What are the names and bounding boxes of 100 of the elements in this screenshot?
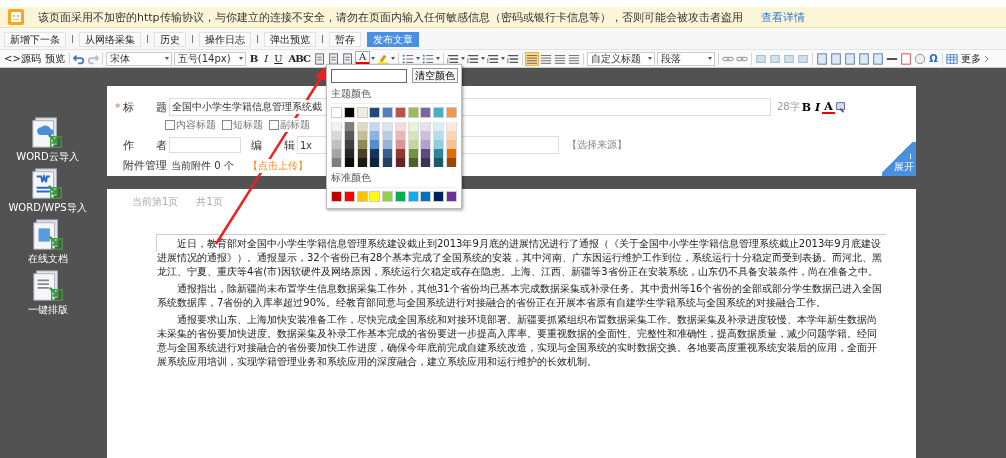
color-swatch[interactable] bbox=[420, 158, 432, 167]
author-field[interactable] bbox=[169, 137, 241, 153]
color-swatch[interactable] bbox=[382, 131, 394, 140]
color-swatch[interactable] bbox=[369, 191, 381, 202]
color-swatch[interactable] bbox=[433, 131, 445, 140]
color-swatch[interactable] bbox=[331, 131, 342, 140]
font-select[interactable]: 宋体 bbox=[105, 51, 172, 66]
color-swatch[interactable] bbox=[356, 191, 368, 202]
color-swatch[interactable] bbox=[356, 131, 368, 140]
color-swatch[interactable] bbox=[394, 122, 406, 131]
sidebar-label[interactable]: 一键排版 bbox=[27, 303, 68, 317]
color-swatch[interactable] bbox=[445, 107, 457, 118]
color-swatch[interactable] bbox=[343, 131, 355, 140]
sidebar-label[interactable]: 在线文档 bbox=[27, 252, 68, 266]
color-swatch[interactable] bbox=[420, 140, 432, 149]
paint-icon[interactable] bbox=[834, 101, 847, 113]
color-swatch[interactable] bbox=[343, 158, 355, 167]
color-swatch[interactable] bbox=[445, 122, 457, 131]
format-button[interactable]: U bbox=[272, 52, 285, 65]
heading-select[interactable]: 自定义标题 bbox=[587, 51, 656, 66]
color-swatch[interactable] bbox=[356, 107, 368, 118]
action-button[interactable]: 从网络采集 bbox=[79, 31, 141, 47]
color-swatch[interactable] bbox=[343, 149, 355, 158]
numbered-list-icon[interactable] bbox=[402, 52, 415, 65]
color-swatch[interactable] bbox=[394, 191, 406, 202]
color-swatch[interactable] bbox=[331, 107, 342, 118]
spacing-icon[interactable] bbox=[447, 52, 460, 65]
color-swatch[interactable] bbox=[382, 140, 394, 149]
highlighter-icon[interactable] bbox=[377, 52, 390, 65]
layout-document-icon[interactable] bbox=[30, 269, 65, 303]
color-swatch[interactable] bbox=[331, 122, 342, 131]
color-swatch[interactable] bbox=[356, 149, 368, 158]
color-swatch[interactable] bbox=[407, 122, 419, 131]
color-swatch[interactable] bbox=[356, 158, 368, 167]
color-swatch[interactable] bbox=[382, 158, 394, 167]
line-height-icon[interactable] bbox=[487, 52, 500, 65]
color-swatch[interactable] bbox=[394, 158, 406, 167]
document-icon[interactable] bbox=[30, 218, 65, 252]
special-character-button[interactable]: Ω bbox=[928, 52, 939, 65]
color-swatch[interactable] bbox=[407, 131, 419, 140]
color-swatch[interactable] bbox=[420, 149, 432, 158]
title-option-checkbox[interactable]: 副标题 bbox=[269, 118, 310, 132]
color-swatch[interactable] bbox=[382, 107, 394, 118]
color-swatch[interactable] bbox=[356, 140, 368, 149]
color-swatch[interactable] bbox=[331, 140, 342, 149]
color-swatch[interactable] bbox=[369, 140, 381, 149]
color-swatch[interactable] bbox=[433, 107, 445, 118]
clear-color-button[interactable]: 清空颜色 bbox=[412, 68, 458, 83]
color-swatch[interactable] bbox=[433, 140, 445, 149]
color-swatch[interactable] bbox=[369, 158, 381, 167]
color-swatch[interactable] bbox=[433, 158, 445, 167]
action-button[interactable]: 暂存 bbox=[329, 31, 361, 47]
title-format-button[interactable]: B bbox=[799, 100, 814, 114]
title-format-button[interactable]: I bbox=[813, 100, 823, 114]
color-swatch[interactable] bbox=[407, 140, 419, 149]
align-icon[interactable] bbox=[568, 52, 581, 65]
color-swatch[interactable] bbox=[394, 140, 406, 149]
format-button[interactable]: I bbox=[262, 52, 271, 65]
undo-icon[interactable] bbox=[72, 52, 85, 65]
color-swatch[interactable] bbox=[394, 149, 406, 158]
color-swatch[interactable] bbox=[420, 122, 432, 131]
paste-icon[interactable] bbox=[313, 52, 326, 65]
redo-icon[interactable] bbox=[86, 52, 99, 65]
align-icon[interactable] bbox=[554, 52, 567, 65]
color-swatch[interactable] bbox=[407, 107, 419, 118]
color-swatch[interactable] bbox=[382, 122, 394, 131]
color-swatch[interactable] bbox=[445, 191, 457, 202]
image-align-icon[interactable] bbox=[755, 52, 768, 65]
paragraph-select[interactable]: 段落 bbox=[657, 51, 716, 66]
color-swatch[interactable] bbox=[382, 191, 394, 202]
color-swatch[interactable] bbox=[343, 191, 355, 202]
format-button[interactable]: ABC bbox=[286, 52, 312, 65]
bullet-list-icon[interactable] bbox=[422, 52, 435, 65]
color-swatch[interactable] bbox=[394, 131, 406, 140]
color-swatch[interactable] bbox=[369, 107, 381, 118]
color-swatch[interactable] bbox=[445, 131, 457, 140]
color-swatch[interactable] bbox=[445, 158, 457, 167]
color-swatch[interactable] bbox=[407, 191, 419, 202]
align-icon[interactable] bbox=[540, 52, 553, 65]
details-link[interactable]: 查看详情 bbox=[760, 9, 805, 25]
format-button[interactable]: B bbox=[247, 52, 261, 65]
color-swatch[interactable] bbox=[343, 122, 355, 131]
image-align-icon[interactable] bbox=[797, 52, 810, 65]
color-swatch[interactable] bbox=[394, 107, 406, 118]
title-option-checkbox[interactable]: 短标题 bbox=[222, 118, 263, 132]
table-icon[interactable] bbox=[945, 52, 958, 65]
color-swatch[interactable] bbox=[356, 122, 368, 131]
color-swatch[interactable] bbox=[420, 131, 432, 140]
color-swatch[interactable] bbox=[382, 149, 394, 158]
color-swatch[interactable] bbox=[331, 158, 342, 167]
color-swatch[interactable] bbox=[445, 140, 457, 149]
color-swatch[interactable] bbox=[433, 191, 445, 202]
align-icon[interactable] bbox=[526, 52, 539, 65]
color-swatch[interactable] bbox=[420, 107, 432, 118]
color-swatch[interactable] bbox=[369, 131, 381, 140]
sidebar-label[interactable]: WORD云导入 bbox=[16, 150, 79, 164]
indent-icon[interactable] bbox=[507, 52, 520, 65]
color-swatch[interactable] bbox=[369, 122, 381, 131]
action-button[interactable]: 新增下一条 bbox=[4, 31, 66, 47]
color-swatch[interactable] bbox=[407, 149, 419, 158]
